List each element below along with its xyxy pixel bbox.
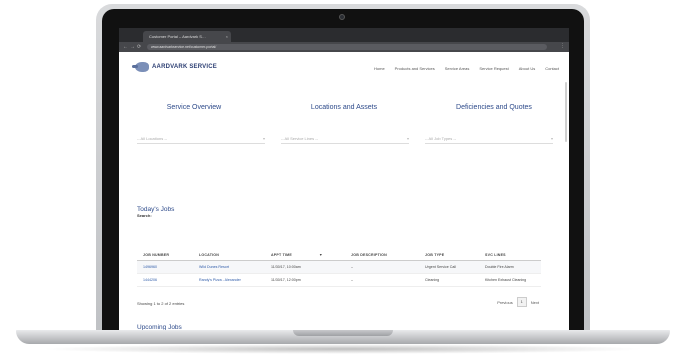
filter-bar: -- All Locations -- -- All Service Lines… — [137, 134, 553, 144]
reload-icon[interactable]: ⟳ — [137, 44, 141, 50]
search-label: Search: — [137, 213, 152, 218]
col-job-number[interactable]: JOB NUMBER — [137, 253, 195, 257]
laptop-notch — [293, 330, 393, 336]
nav-about-us[interactable]: About Us — [519, 66, 535, 71]
table-row[interactable]: 1444206 Randy's Pizza - Alexander 11/30/… — [137, 274, 541, 287]
page-1-button[interactable]: 1 — [516, 297, 527, 307]
url-input[interactable]: www.aardvarkservice.net/customer-portal/ — [147, 44, 547, 50]
todays-jobs-title: Today's Jobs — [137, 206, 175, 213]
browser-tab-bar: Customer Portal – Aardvark S… × — [119, 28, 569, 46]
laptop-screen: Customer Portal – Aardvark S… × ← → ⟳ ww… — [119, 28, 569, 333]
next-page-button[interactable]: Next — [531, 300, 539, 305]
job-number-link[interactable]: 1496960 — [137, 265, 195, 269]
location-link[interactable]: Wild Dunes Resort — [195, 265, 267, 269]
tab-locations-and-assets[interactable]: Locations and Assets — [269, 104, 419, 111]
previous-page-button[interactable]: Previous — [497, 300, 513, 305]
table-row[interactable]: 1496960 Wild Dunes Resort 11/30/17, 10:0… — [137, 261, 541, 274]
col-location[interactable]: LOCATION — [195, 253, 267, 257]
customer-portal-page: AARDVARK SERVICE Home Products and Servi… — [119, 52, 569, 333]
logo-text: AARDVARK SERVICE — [152, 64, 217, 70]
job-type: Cleaning — [425, 278, 440, 282]
tab-service-overview[interactable]: Service Overview — [119, 104, 269, 111]
job-type-filter-select[interactable]: -- All Job Types -- — [425, 134, 553, 144]
appt-time: 11/30/17, 12:00pm — [271, 278, 301, 282]
browser-tab[interactable]: Customer Portal – Aardvark S… × — [143, 31, 231, 42]
col-job-type[interactable]: JOB TYPE — [421, 253, 481, 257]
laptop-shadow — [40, 344, 646, 354]
site-nav: Home Products and Services Service Areas… — [374, 66, 559, 71]
browser-tab-title: Customer Portal – Aardvark S… — [149, 34, 206, 39]
site-logo[interactable]: AARDVARK SERVICE — [132, 62, 217, 72]
table-header: JOB NUMBER LOCATION APPT TIME ▼ JOB DESC… — [137, 249, 541, 261]
back-icon[interactable]: ← — [123, 44, 128, 50]
location-link[interactable]: Randy's Pizza - Alexander — [195, 278, 267, 282]
nav-contact[interactable]: Contact — [545, 66, 559, 71]
tab-deficiencies-and-quotes[interactable]: Deficiencies and Quotes — [419, 104, 569, 111]
job-description: – — [351, 265, 353, 269]
col-appt-time[interactable]: APPT TIME — [267, 253, 319, 257]
browser-menu-icon[interactable]: ⋮ — [560, 43, 565, 49]
col-job-description[interactable]: JOB DESCRIPTION — [347, 253, 421, 257]
todays-jobs-table: JOB NUMBER LOCATION APPT TIME ▼ JOB DESC… — [137, 249, 541, 287]
service-line-filter-select[interactable]: -- All Service Lines -- — [281, 134, 409, 144]
pagination: Previous 1 Next — [497, 297, 539, 307]
nav-service-areas[interactable]: Service Areas — [445, 66, 470, 71]
browser-address-bar: ← → ⟳ www.aardvarkservice.net/customer-p… — [119, 42, 569, 52]
close-tab-icon[interactable]: × — [226, 31, 228, 42]
nav-home[interactable]: Home — [374, 66, 385, 71]
portal-tabs: Service Overview Locations and Assets De… — [119, 104, 569, 111]
webcam — [339, 14, 345, 20]
job-type: Urgent Service Call — [425, 265, 456, 269]
sort-desc-icon[interactable]: ▼ — [319, 253, 347, 257]
col-svc-lines[interactable]: SVC LINES — [481, 253, 541, 257]
table-info: Showing 1 to 2 of 2 entries — [137, 301, 185, 306]
appt-time: 11/30/17, 10:00am — [271, 265, 301, 269]
job-description: – — [351, 278, 353, 282]
svc-lines: Kitchen Exhaust Cleaning — [485, 278, 527, 282]
page-scrollbar[interactable] — [565, 82, 567, 142]
job-number-link[interactable]: 1444206 — [137, 278, 195, 282]
nav-service-request[interactable]: Service Request — [479, 66, 508, 71]
svc-lines: Double Fire Alarm — [485, 265, 514, 269]
nav-products-and-services[interactable]: Products and Services — [395, 66, 435, 71]
forward-icon[interactable]: → — [130, 44, 135, 50]
location-filter-select[interactable]: -- All Locations -- — [137, 134, 265, 144]
aardvark-logo-icon — [132, 62, 149, 72]
